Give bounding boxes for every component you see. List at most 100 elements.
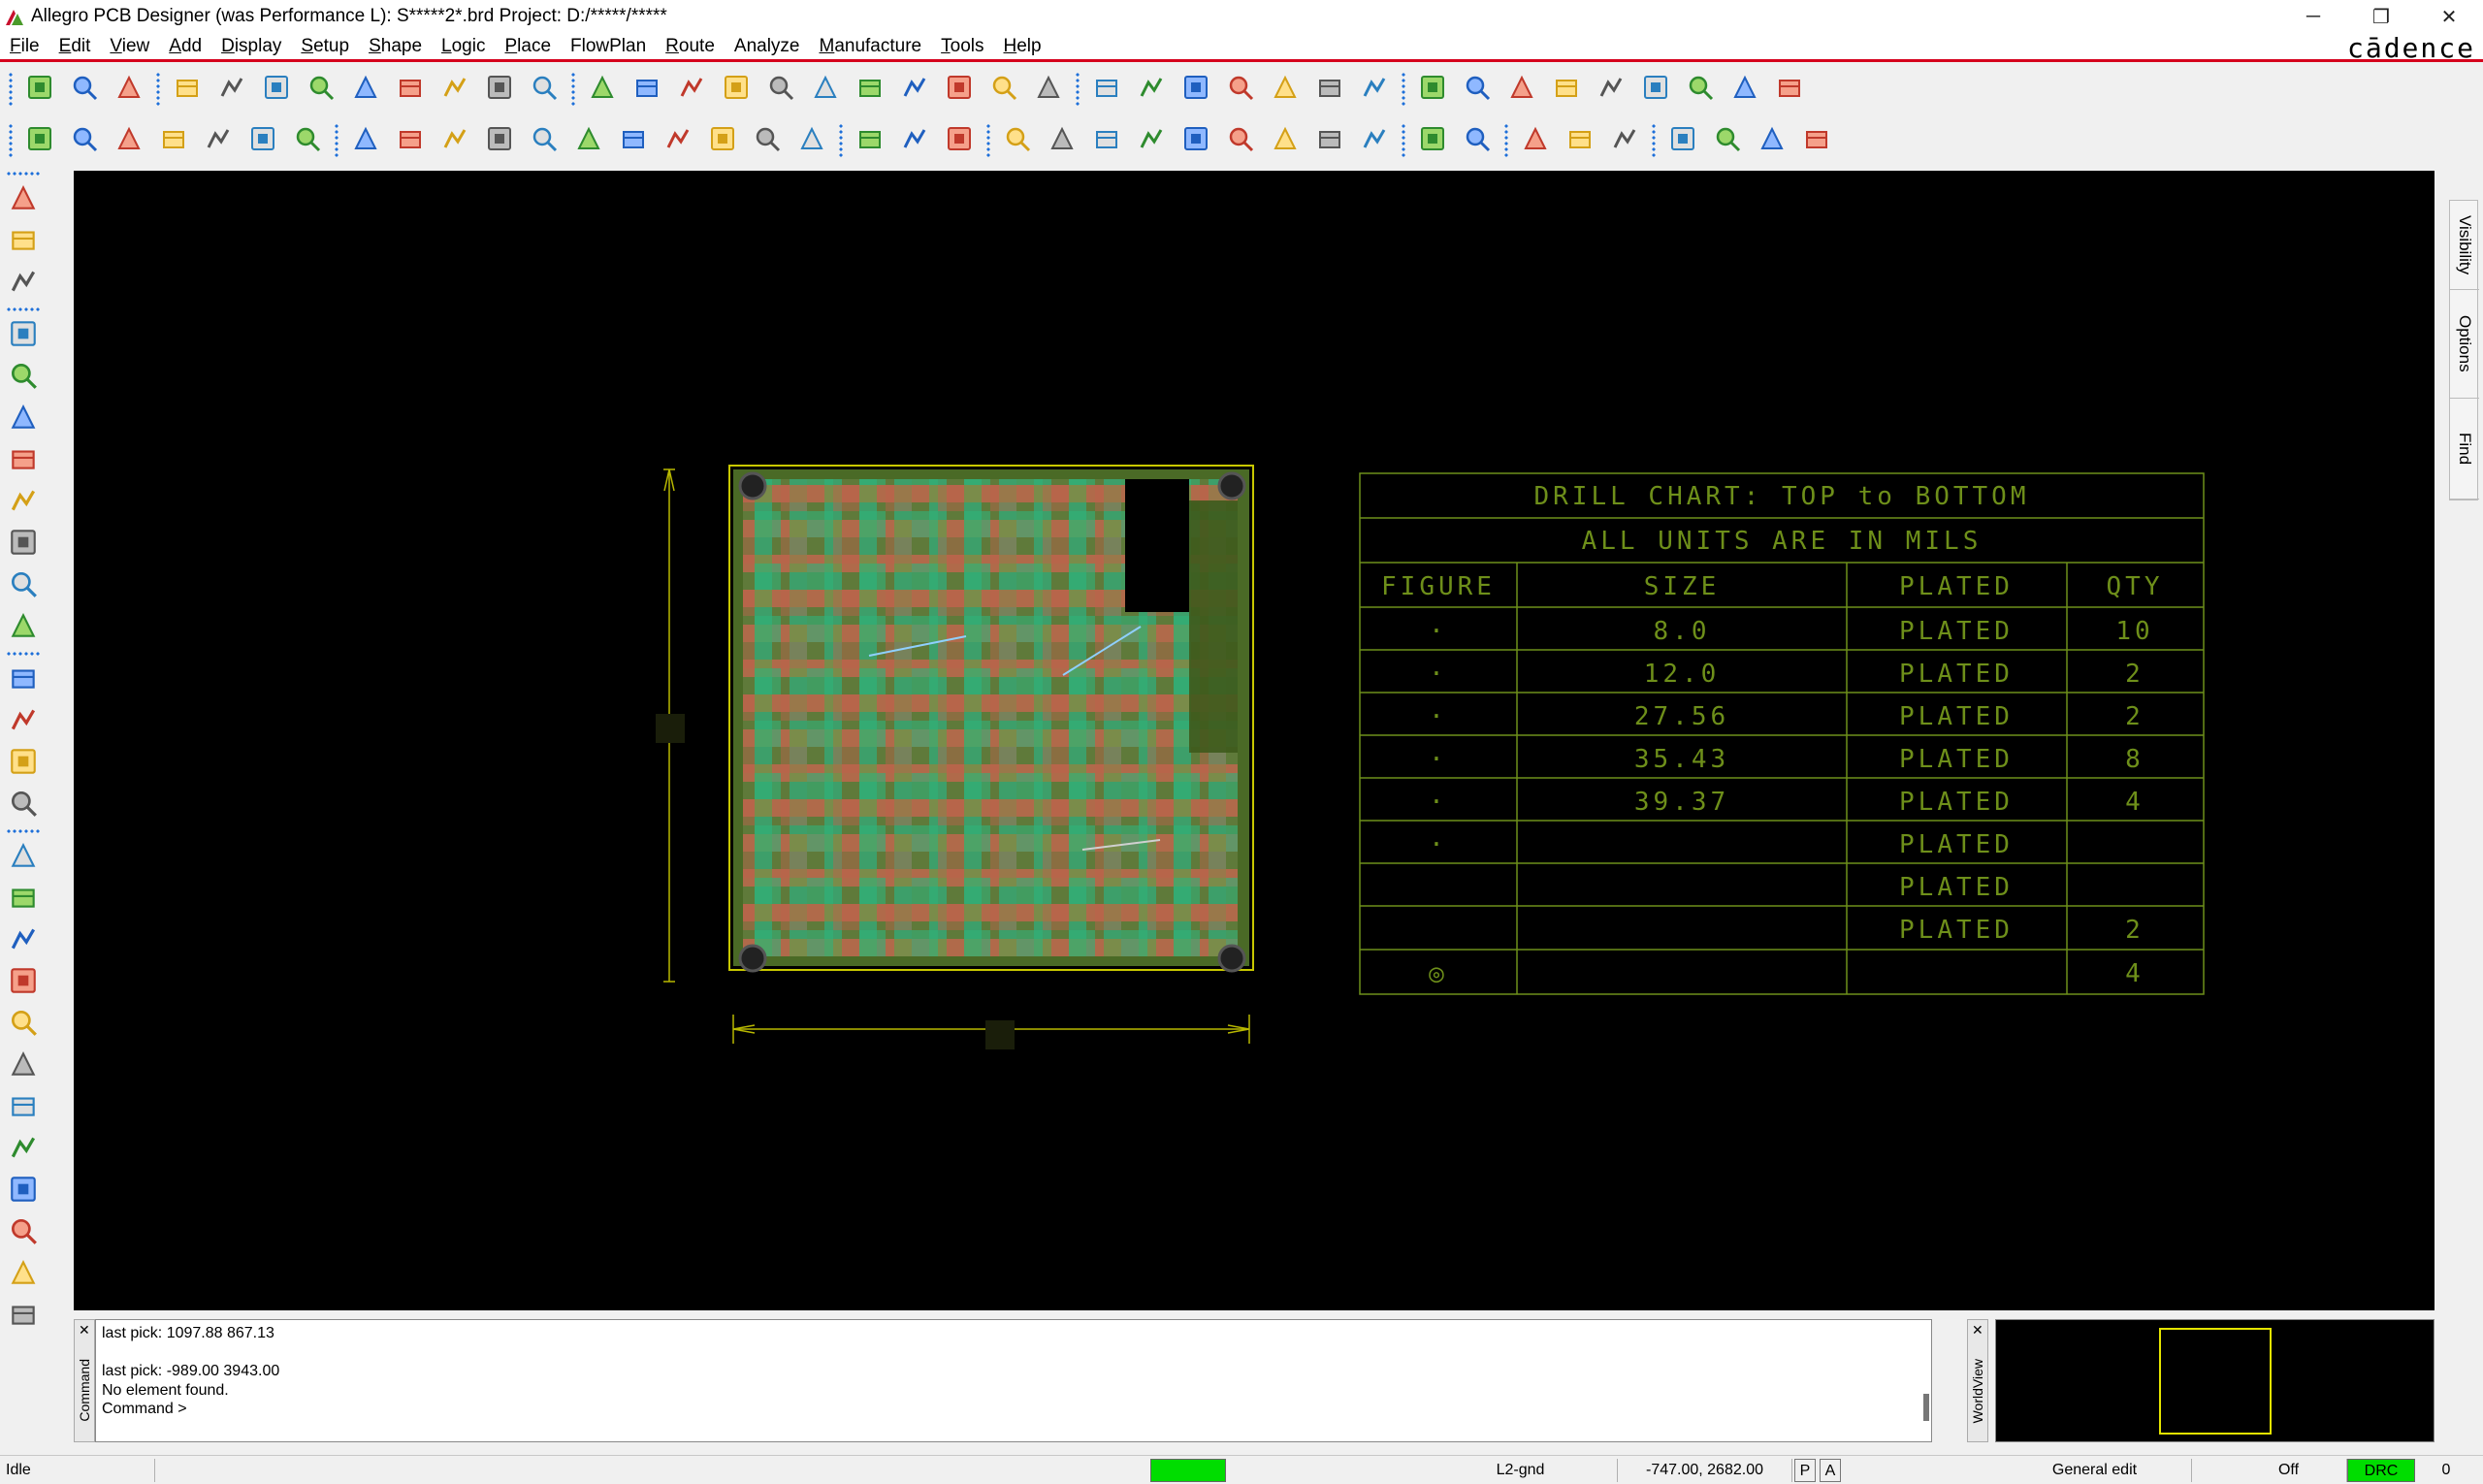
trace-3-button[interactable] [4, 921, 43, 960]
status-off[interactable]: Off [2231, 1459, 2347, 1482]
close-icon[interactable]: ✕ [79, 1322, 90, 1339]
undo-button[interactable] [303, 71, 339, 108]
shape-edit-button[interactable] [704, 122, 741, 159]
snap-button[interactable] [1222, 122, 1259, 159]
menu-flowplan[interactable]: FlowPlan [561, 32, 656, 61]
zoom-out-button[interactable] [807, 71, 844, 108]
odb-button[interactable] [941, 122, 978, 159]
minimize-button[interactable]: ─ [2279, 0, 2347, 33]
layer-7-button[interactable] [289, 122, 326, 159]
copy-button[interactable] [213, 71, 250, 108]
route-button[interactable] [4, 316, 43, 355]
circle2-button[interactable] [660, 122, 696, 159]
help-button[interactable] [1798, 122, 1835, 159]
layer-button[interactable] [1177, 71, 1214, 108]
undo-down-button[interactable] [347, 71, 384, 108]
trace-button[interactable] [1356, 122, 1393, 159]
zoom-in2-button[interactable] [762, 71, 799, 108]
toolbar-grip[interactable] [838, 123, 844, 158]
zoom-in-button[interactable] [718, 71, 755, 108]
line-button[interactable] [347, 122, 384, 159]
doc5-button[interactable] [1606, 122, 1643, 159]
window1-button[interactable] [1664, 122, 1701, 159]
menu-tools[interactable]: Tools [931, 32, 993, 61]
menu-shape[interactable]: Shape [359, 32, 432, 61]
layer-4-button[interactable] [155, 122, 192, 159]
trace-8-button[interactable] [4, 1130, 43, 1169]
doc2-button[interactable] [1459, 122, 1496, 159]
layer-6-button[interactable] [244, 122, 281, 159]
doc4-button[interactable] [1562, 122, 1598, 159]
rect-draw-button[interactable] [4, 702, 43, 741]
move-button[interactable] [169, 71, 206, 108]
toolbar-grip[interactable] [1075, 72, 1080, 107]
trace-12-button[interactable] [4, 1297, 43, 1336]
status-active-layer[interactable]: L2-gnd [1424, 1459, 1618, 1482]
tab-visibility[interactable]: Visibility [2450, 201, 2479, 290]
menu-file[interactable]: File [0, 32, 49, 61]
sun-button[interactable] [1593, 71, 1629, 108]
grid-button[interactable] [1088, 71, 1125, 108]
save-button[interactable] [111, 71, 147, 108]
arc2-button[interactable] [570, 122, 607, 159]
menu-analyze[interactable]: Analyze [725, 32, 810, 61]
window2-button[interactable] [1709, 122, 1746, 159]
zoom-grid-button[interactable] [629, 71, 665, 108]
command-console[interactable]: last pick: 1097.88 867.13 last pick: -98… [95, 1319, 1932, 1442]
layer-top-button[interactable] [21, 122, 58, 159]
layer-5-button[interactable] [200, 122, 237, 159]
toolbar-grip[interactable] [6, 171, 41, 177]
close-icon[interactable]: ✕ [1972, 1322, 1983, 1339]
report-button[interactable] [1459, 71, 1496, 108]
status-edit-mode[interactable]: General edit [1998, 1459, 2192, 1482]
worldview-minimap[interactable] [1995, 1319, 2435, 1442]
trace-11-button[interactable] [4, 1255, 43, 1294]
console-scrollbar[interactable] [1923, 1394, 1929, 1421]
layer-3-button[interactable] [111, 122, 147, 159]
timer-button[interactable] [1726, 71, 1763, 108]
menu-help[interactable]: Help [993, 32, 1050, 61]
select-button[interactable] [481, 122, 518, 159]
status-a-toggle[interactable]: A [1820, 1459, 1841, 1482]
menu-place[interactable]: Place [495, 32, 561, 61]
library-button[interactable] [1682, 71, 1719, 108]
toolbar-grip[interactable] [8, 123, 14, 158]
menu-setup[interactable]: Setup [291, 32, 359, 61]
toolbar-grip[interactable] [6, 306, 41, 312]
dfa-button[interactable] [1311, 71, 1348, 108]
dim-button[interactable] [896, 122, 933, 159]
close-button[interactable]: ✕ [2415, 0, 2483, 33]
circle-button[interactable] [436, 122, 473, 159]
color-button[interactable] [1133, 71, 1170, 108]
trace-4-button[interactable] [4, 963, 43, 1002]
matrix-button[interactable] [4, 566, 43, 605]
line-draw-button[interactable] [4, 661, 43, 699]
design-canvas[interactable]: DRILL CHART: TOP to BOTTOM ALL UNITS ARE… [74, 171, 2435, 1310]
status-drc[interactable]: DRC [2347, 1459, 2415, 1482]
zoom-prev-button[interactable] [852, 71, 888, 108]
mirror-button[interactable] [999, 122, 1036, 159]
pcb-button[interactable] [1356, 71, 1393, 108]
toolbar-grip[interactable] [985, 123, 991, 158]
route2-button[interactable] [4, 358, 43, 397]
trace-9-button[interactable] [4, 1172, 43, 1210]
delete-button[interactable] [258, 71, 295, 108]
text-edit-button[interactable] [4, 786, 43, 824]
tab-options[interactable]: Options [2450, 290, 2479, 399]
toolbar-grip[interactable] [155, 72, 161, 107]
fanout-button[interactable] [4, 441, 43, 480]
redo-button[interactable] [392, 71, 429, 108]
tune-button[interactable] [4, 608, 43, 647]
command-prompt[interactable]: Command > [102, 1400, 1925, 1419]
menu-edit[interactable]: Edit [49, 32, 101, 61]
toolbar-grip[interactable] [8, 72, 14, 107]
dehighlight-button[interactable] [1637, 71, 1674, 108]
open-button[interactable] [66, 71, 103, 108]
flip-button[interactable] [1030, 71, 1067, 108]
bus-button[interactable] [4, 525, 43, 564]
doc3-button[interactable] [1517, 122, 1554, 159]
pin-button[interactable] [526, 71, 563, 108]
pcb-board[interactable] [728, 465, 1254, 973]
trace-1-button[interactable] [4, 838, 43, 877]
menu-manufacture[interactable]: Manufacture [810, 32, 932, 61]
